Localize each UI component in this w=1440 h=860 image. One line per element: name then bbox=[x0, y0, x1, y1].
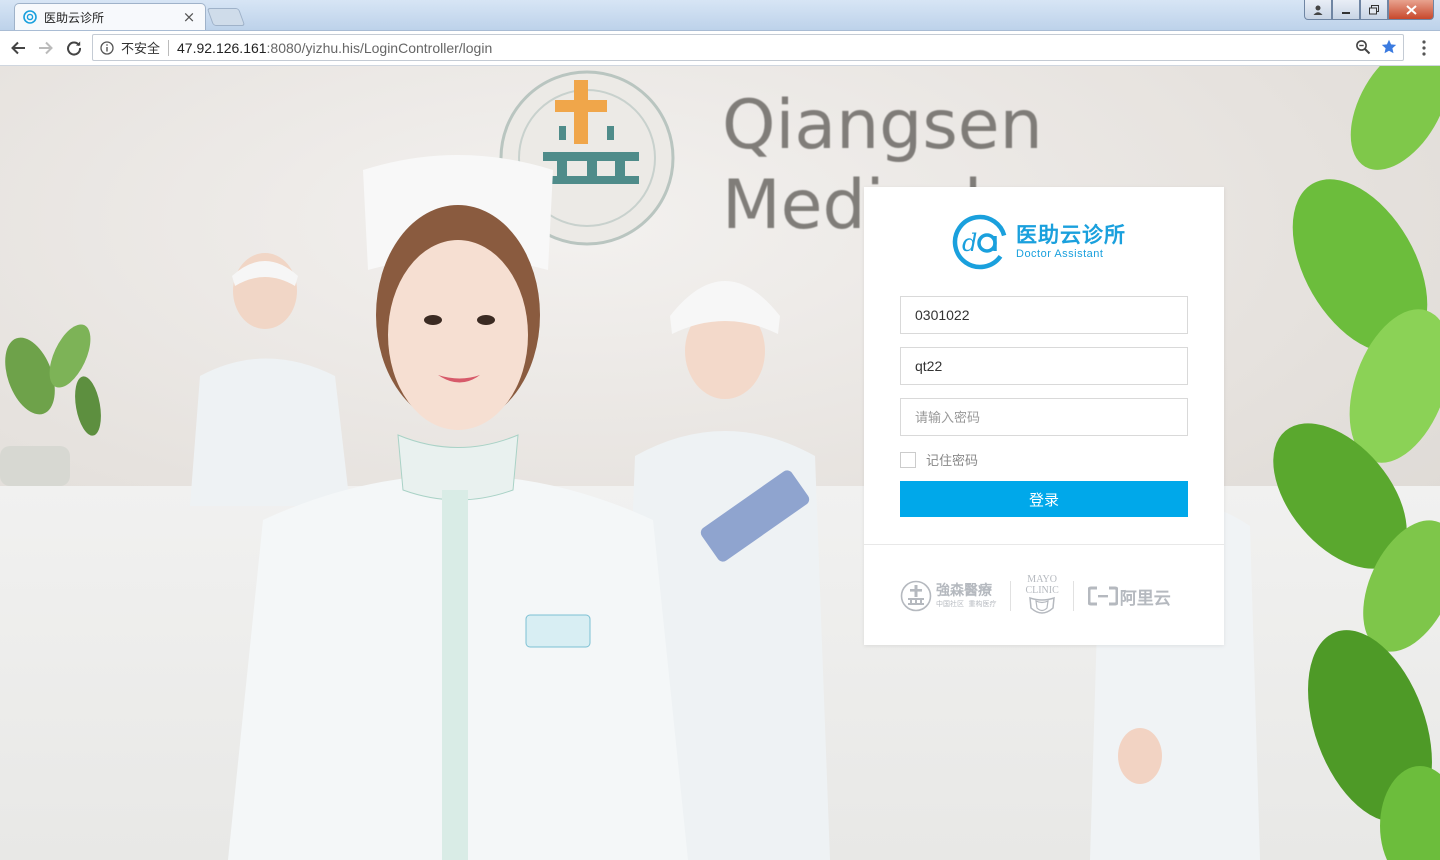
qiangsen-seal-icon bbox=[900, 580, 932, 612]
site-favicon-icon bbox=[23, 10, 37, 24]
login-button[interactable]: 登录 bbox=[900, 481, 1188, 517]
aliyun-logo: 阿里云 bbox=[1087, 584, 1171, 609]
url-text[interactable]: 47.92.126.161:8080/yizhu.his/LoginContro… bbox=[177, 40, 492, 56]
address-bar[interactable]: 不安全 47.92.126.161:8080/yizhu.his/LoginCo… bbox=[92, 34, 1404, 61]
minimize-button[interactable] bbox=[1332, 0, 1360, 20]
browser-tab[interactable]: 医助云诊所 × bbox=[14, 3, 206, 30]
partner-separator bbox=[1072, 581, 1074, 611]
logo-title: 医助云诊所 bbox=[1016, 223, 1126, 247]
profile-icon[interactable] bbox=[1304, 0, 1332, 20]
window-controls bbox=[1304, 0, 1434, 20]
card-divider bbox=[864, 544, 1224, 545]
reload-icon[interactable] bbox=[63, 37, 85, 59]
qiangsen-tagline: 中国社区 重构医疗 bbox=[936, 600, 997, 608]
security-label: 不安全 bbox=[121, 42, 161, 57]
tab-close-icon[interactable]: × bbox=[181, 10, 197, 25]
qiangsen-logo: 強森醫療 中国社区 重构医疗 bbox=[900, 580, 996, 612]
new-tab-button[interactable] bbox=[206, 8, 246, 26]
login-card: d 医助云诊所 Doctor Assistant 记住密码 登录 bbox=[864, 187, 1224, 645]
password-input[interactable] bbox=[900, 398, 1188, 436]
qiangsen-name: 強森醫療 bbox=[936, 583, 992, 599]
left-plant-image bbox=[0, 324, 101, 486]
logo-subtitle: Doctor Assistant bbox=[1016, 248, 1104, 260]
forward-icon[interactable] bbox=[35, 37, 57, 59]
restore-button[interactable] bbox=[1360, 0, 1388, 20]
doctor-assistant-logo-icon: d bbox=[952, 214, 1008, 270]
username-input[interactable] bbox=[900, 347, 1188, 385]
mayo-line2: CLINIC bbox=[1025, 585, 1059, 596]
brand-logo: d 医助云诊所 Doctor Assistant bbox=[952, 214, 1126, 270]
back-icon[interactable] bbox=[7, 37, 29, 59]
close-window-button[interactable] bbox=[1388, 0, 1434, 20]
tab-title: 医助云诊所 bbox=[44, 10, 105, 25]
browser-toolbar: 不安全 47.92.126.161:8080/yizhu.his/LoginCo… bbox=[0, 31, 1440, 66]
svg-text:d: d bbox=[962, 229, 977, 257]
background-sign-line1: Qiangsen bbox=[722, 86, 1043, 165]
account-input[interactable] bbox=[900, 296, 1188, 334]
info-icon[interactable] bbox=[100, 40, 114, 55]
mayo-shield-icon bbox=[1029, 596, 1055, 614]
browser-menu-icon[interactable] bbox=[1422, 40, 1426, 56]
mayo-line1: MAYO bbox=[1027, 574, 1057, 585]
remember-checkbox[interactable] bbox=[900, 451, 916, 468]
partner-separator bbox=[1010, 581, 1012, 611]
aliyun-name: 阿里云 bbox=[1119, 588, 1171, 609]
omnibox-separator bbox=[168, 39, 170, 56]
url-path: :8080/yizhu.his/LoginController/login bbox=[266, 39, 493, 56]
right-plant-image bbox=[1273, 66, 1440, 860]
zoom-icon[interactable] bbox=[1355, 39, 1371, 55]
bookmark-star-icon[interactable] bbox=[1381, 39, 1397, 55]
foreground-nurse-image bbox=[228, 155, 688, 860]
mayo-clinic-logo: MAYO CLINIC bbox=[1025, 574, 1059, 618]
aliyun-icon bbox=[1087, 586, 1118, 606]
remember-password[interactable]: 记住密码 bbox=[900, 450, 978, 469]
url-host: 47.92.126.161 bbox=[177, 39, 267, 56]
login-page: Qiangsen Medical d 医助云诊所 Doctor Assistan… bbox=[0, 66, 1440, 860]
browser-titlebar: 医助云诊所 × bbox=[0, 0, 1440, 31]
remember-label: 记住密码 bbox=[926, 454, 979, 469]
partner-logos: 強森醫療 中国社区 重构医疗 MAYO CLINIC 阿里云 bbox=[900, 571, 1190, 621]
